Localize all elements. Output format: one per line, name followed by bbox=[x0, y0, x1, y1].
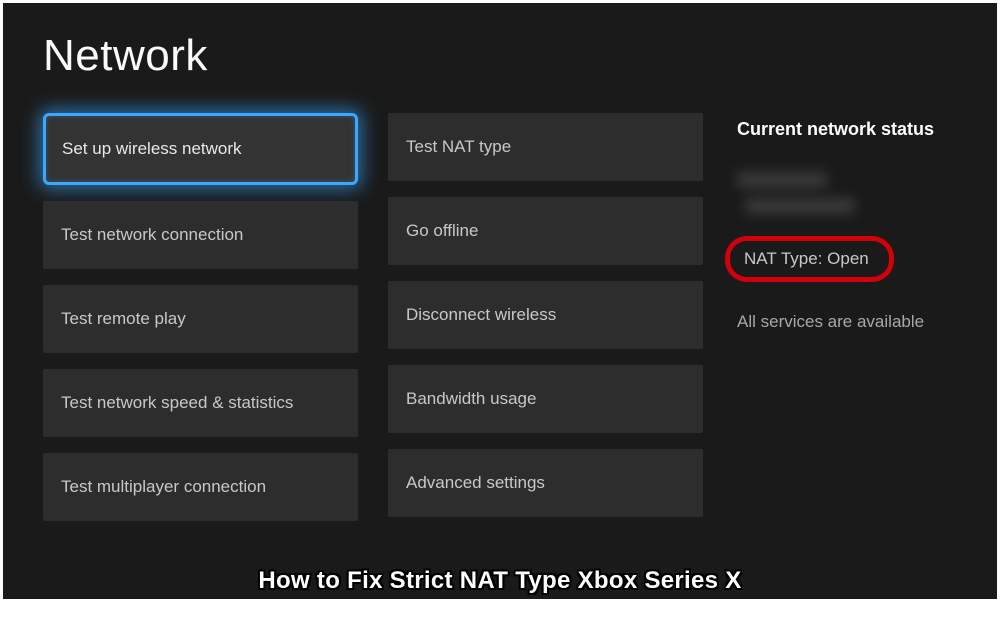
go-offline-button[interactable]: Go offline bbox=[388, 197, 703, 265]
button-label: Disconnect wireless bbox=[406, 305, 556, 325]
video-caption: How to Fix Strict NAT Type Xbox Series X bbox=[3, 567, 997, 595]
page-title: Network bbox=[43, 31, 957, 81]
button-label: Set up wireless network bbox=[62, 139, 242, 159]
button-label: Test NAT type bbox=[406, 137, 511, 157]
network-settings-screen: Network Set up wireless network Test net… bbox=[3, 3, 997, 599]
test-network-speed-button[interactable]: Test network speed & statistics bbox=[43, 369, 358, 437]
nat-type-value: NAT Type: Open bbox=[744, 249, 869, 268]
network-status-panel: Current network status NAT Type: Open Al… bbox=[735, 113, 957, 521]
button-label: Test network connection bbox=[61, 225, 243, 245]
blurred-line bbox=[737, 172, 827, 188]
test-nat-type-button[interactable]: Test NAT type bbox=[388, 113, 703, 181]
bandwidth-usage-button[interactable]: Bandwidth usage bbox=[388, 365, 703, 433]
content-area: Set up wireless network Test network con… bbox=[43, 113, 957, 521]
blurred-network-info bbox=[737, 172, 957, 214]
button-label: Advanced settings bbox=[406, 473, 545, 493]
button-label: Test remote play bbox=[61, 309, 186, 329]
test-remote-play-button[interactable]: Test remote play bbox=[43, 285, 358, 353]
advanced-settings-button[interactable]: Advanced settings bbox=[388, 449, 703, 517]
button-label: Test multiplayer connection bbox=[61, 477, 266, 497]
test-multiplayer-connection-button[interactable]: Test multiplayer connection bbox=[43, 453, 358, 521]
menu-buttons-area: Set up wireless network Test network con… bbox=[43, 113, 703, 521]
services-status: All services are available bbox=[737, 312, 957, 332]
nat-type-highlight: NAT Type: Open bbox=[725, 236, 894, 282]
button-column-1: Set up wireless network Test network con… bbox=[43, 113, 358, 521]
setup-wireless-network-button[interactable]: Set up wireless network bbox=[43, 113, 358, 185]
button-label: Test network speed & statistics bbox=[61, 393, 293, 413]
status-heading: Current network status bbox=[737, 119, 957, 140]
button-column-2: Test NAT type Go offline Disconnect wire… bbox=[388, 113, 703, 521]
disconnect-wireless-button[interactable]: Disconnect wireless bbox=[388, 281, 703, 349]
test-network-connection-button[interactable]: Test network connection bbox=[43, 201, 358, 269]
blurred-line bbox=[745, 198, 855, 214]
button-label: Go offline bbox=[406, 221, 478, 241]
button-label: Bandwidth usage bbox=[406, 389, 536, 409]
